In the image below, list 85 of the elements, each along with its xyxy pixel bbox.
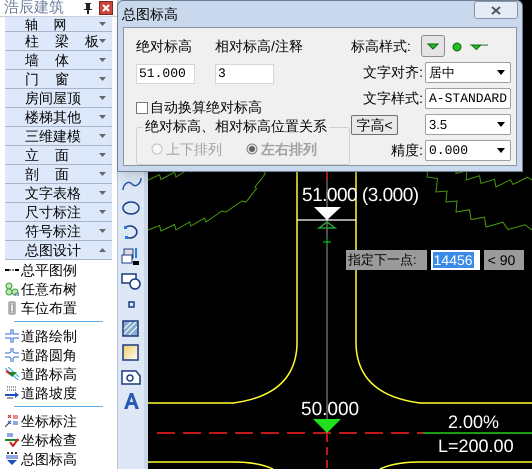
tool-item[interactable]: 坐标标注 (0, 411, 117, 430)
field-label: 文字样式: (362, 89, 424, 108)
hatch-icon (120, 318, 142, 338)
point-icon (128, 300, 134, 308)
slope-label: 2.00% (448, 413, 500, 431)
field-label: 精度: (390, 141, 424, 160)
collapse-icon (99, 248, 106, 252)
expand-icon (99, 134, 106, 138)
dropdown[interactable]: 0.000 (425, 140, 511, 161)
crossroad-icon (5, 328, 19, 342)
tool-item[interactable]: 道路标高 (0, 364, 117, 383)
field-label: 相对标高/注释 (215, 37, 303, 56)
menu-item[interactable]: 符号标注 (5, 222, 112, 241)
style-option[interactable] (421, 35, 445, 57)
expand-icon (99, 172, 106, 176)
expand-icon (99, 96, 106, 100)
trees-icon (5, 282, 19, 296)
tool-item[interactable]: 总图标高 (0, 449, 117, 468)
caret-icon (497, 70, 505, 75)
menu-item[interactable]: 立 面 (5, 146, 112, 165)
dropdown[interactable]: A-STANDARD (425, 88, 511, 109)
menu-item[interactable]: 文字表格 (5, 184, 112, 203)
caret-icon (497, 122, 505, 127)
menu-item[interactable]: 轴 网 (5, 17, 112, 32)
rounded-crossroad-icon (5, 348, 19, 362)
pin-icon (83, 2, 93, 14)
checkbox[interactable] (136, 102, 148, 114)
check-icon (5, 432, 19, 446)
field-label: 文字对齐: (362, 63, 424, 82)
tool-item[interactable]: 车位布置 (0, 298, 117, 317)
field-label: 标高样式: (351, 36, 412, 56)
field-label: 绝对标高 (136, 37, 193, 56)
expand-icon (99, 191, 106, 195)
expand-icon (99, 153, 106, 157)
menu-item[interactable]: 尺寸标注 (5, 203, 112, 222)
radio-off-icon (151, 143, 163, 155)
menu-item[interactable]: 柱 梁 板 (5, 32, 112, 51)
menu-item[interactable]: 房间屋顶 (5, 89, 112, 108)
dialog-title: 总图标高 (122, 4, 179, 24)
input-field[interactable]: 51.000 (136, 64, 195, 84)
gradient-icon (120, 342, 142, 362)
menu-item[interactable]: 剖 面 (5, 165, 112, 184)
caret-icon (497, 148, 505, 153)
elevation-triangle (313, 419, 341, 433)
menu-item[interactable]: 门 窗 (5, 70, 112, 89)
menu-item[interactable]: 总图设计 (5, 241, 112, 260)
expand-icon (99, 58, 106, 62)
center-line (326, 172, 328, 180)
group-label: 绝对标高、相对标高位置关系 (143, 118, 329, 134)
input-field[interactable]: 3 (215, 64, 274, 84)
radio-on-icon (246, 143, 258, 155)
command-input[interactable]: 14456 (430, 250, 480, 270)
checkbox-label: 自动换算绝对标高 (150, 98, 262, 117)
close-icon (491, 6, 501, 14)
block-icon (120, 246, 142, 266)
dropdown[interactable]: 居中 (425, 62, 511, 83)
close-icon (102, 4, 110, 12)
tool-item[interactable]: 道路绘制 (0, 326, 117, 345)
tool-item[interactable]: 坐标检查 (0, 430, 117, 449)
tool-item[interactable]: 任意布树 (0, 279, 117, 298)
close-button[interactable] (99, 1, 113, 15)
menu-item[interactable]: 墙 体 (5, 51, 112, 70)
expand-icon (99, 115, 106, 119)
slope-icon (5, 386, 19, 400)
road-elevation-icon (5, 366, 19, 380)
expand-icon (99, 22, 106, 26)
elevation-icon (5, 452, 19, 466)
expand-icon (99, 229, 106, 233)
length-label: L=200.00 (438, 437, 514, 455)
close-button[interactable] (474, 1, 518, 19)
coordinate-icon (5, 414, 19, 428)
dropdown[interactable]: 3.5 (425, 114, 511, 135)
angle-field: < 90 (484, 250, 524, 270)
menu-item[interactable]: 楼梯其他 (5, 108, 112, 127)
tool-item[interactable]: 道路圆角 (0, 345, 117, 364)
expand-icon (99, 39, 106, 43)
tool-item[interactable]: 总平图例 (0, 260, 117, 279)
elevation-marker-drawing (297, 207, 356, 246)
expand-icon (99, 77, 106, 81)
menu-item[interactable]: 三维建模 (5, 127, 112, 146)
tool-item[interactable]: 道路坡度 (0, 383, 117, 402)
expand-icon (99, 210, 106, 214)
command-prompt: 指定下一点: (346, 250, 427, 270)
legend-icon (5, 268, 19, 272)
font-height-button[interactable]: 字高< (351, 114, 398, 134)
